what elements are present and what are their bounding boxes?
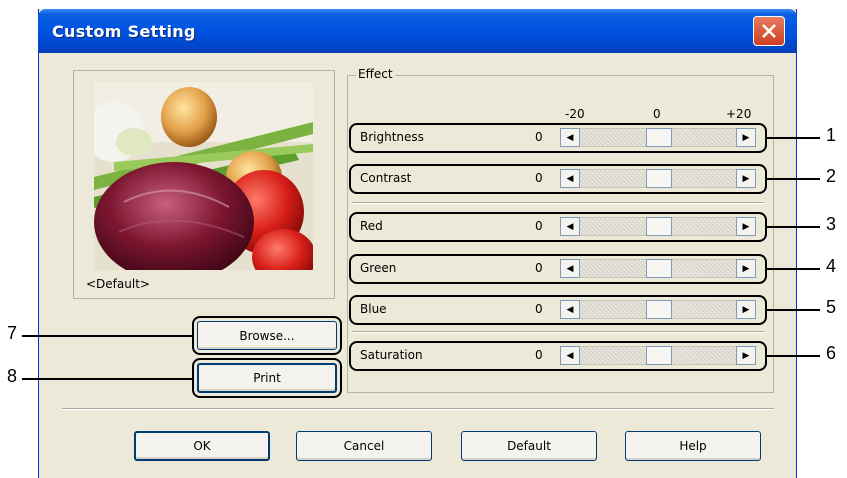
callout-8-leader	[22, 378, 192, 380]
preview-image	[94, 82, 313, 270]
callout-1-number: 1	[826, 125, 837, 145]
cancel-button[interactable]: Cancel	[296, 431, 432, 461]
callout-4-frame	[349, 254, 767, 284]
callout-6-leader	[767, 355, 820, 357]
effect-separator	[352, 331, 764, 333]
preview-caption: <Default>	[86, 277, 150, 291]
callout-2-frame	[349, 164, 767, 194]
ok-button-label: OK	[193, 439, 211, 453]
callout-3-number: 3	[826, 214, 837, 234]
callout-7-frame	[192, 316, 342, 355]
dialog-title: Custom Setting	[52, 22, 196, 41]
callout-1-leader	[767, 137, 820, 139]
help-button-label: Help	[679, 439, 707, 453]
effect-group-label: Effect	[356, 67, 395, 81]
callout-3-frame	[349, 212, 767, 242]
callout-7-leader	[22, 335, 192, 337]
close-button[interactable]	[753, 16, 785, 46]
scale-mid-label: 0	[653, 107, 661, 121]
callout-3-leader	[767, 226, 820, 228]
callout-8-number: 8	[7, 366, 18, 386]
scale-max-label: +20	[726, 107, 752, 121]
callout-5-number: 5	[826, 297, 837, 317]
callout-8-frame	[192, 358, 342, 398]
callout-2-leader	[767, 178, 820, 180]
callout-6-number: 6	[826, 343, 837, 363]
cancel-button-label: Cancel	[343, 439, 385, 453]
callout-5-leader	[767, 309, 820, 311]
close-icon	[762, 24, 776, 38]
scale-min-label: -20	[565, 107, 585, 121]
footer-separator	[62, 408, 774, 410]
effect-separator	[352, 202, 764, 204]
callout-7-number: 7	[7, 323, 18, 343]
help-button[interactable]: Help	[625, 431, 761, 461]
callout-6-frame	[349, 341, 767, 371]
callout-1-frame	[349, 123, 767, 153]
callout-4-number: 4	[826, 256, 837, 276]
callout-5-frame	[349, 295, 767, 325]
default-button-label: Default	[507, 439, 551, 453]
callout-4-leader	[767, 268, 820, 270]
ok-button[interactable]: OK	[134, 431, 270, 461]
default-button[interactable]: Default	[461, 431, 597, 461]
callout-2-number: 2	[826, 166, 837, 186]
